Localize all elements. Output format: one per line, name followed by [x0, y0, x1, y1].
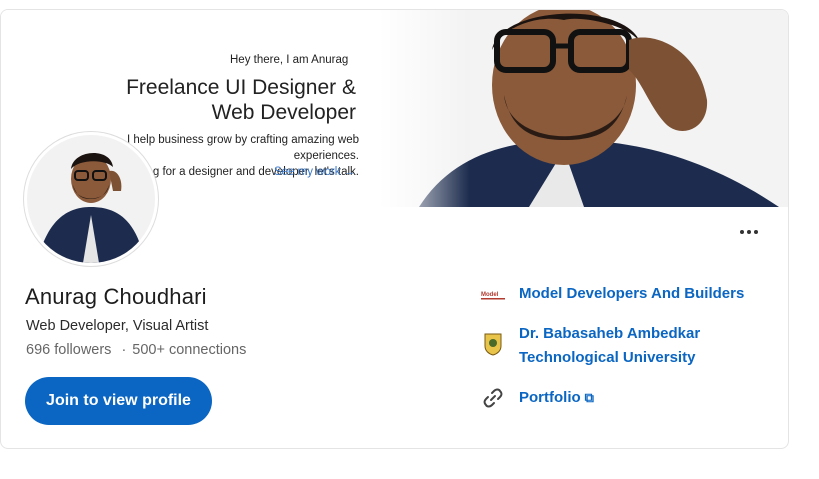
svg-text:Model: Model: [481, 292, 499, 298]
company-logo-icon: Model: [481, 282, 505, 306]
portfolio-text: Portfolio: [519, 389, 581, 406]
connections-count: 500+ connections: [132, 342, 247, 358]
profile-stats: 696 followers · 500+ connections: [26, 342, 246, 358]
link-icon: [481, 386, 505, 410]
portfolio-label: Portfolio ⧉: [519, 386, 594, 410]
education-name: Dr. Babasaheb Ambedkar Technological Uni…: [519, 322, 700, 370]
avatar: [24, 132, 158, 266]
avatar-photo: [27, 135, 155, 263]
education-link[interactable]: Dr. Babasaheb Ambedkar Technological Uni…: [481, 322, 700, 370]
profile-headline: Web Developer, Visual Artist: [26, 318, 209, 334]
company-link[interactable]: Model Model Developers And Builders: [481, 282, 744, 306]
stats-separator: ·: [121, 342, 127, 358]
education-line-1: Dr. Babasaheb Ambedkar: [519, 325, 701, 342]
followers-count: 696 followers: [26, 342, 112, 358]
external-link-icon: ⧉: [584, 390, 594, 405]
banner-photo: [379, 10, 788, 207]
join-to-view-profile-button[interactable]: Join to view profile: [25, 377, 212, 425]
portfolio-link[interactable]: Portfolio ⧉: [481, 386, 594, 410]
banner-headline: Freelance UI Designer & Web Developer: [126, 76, 356, 124]
profile-card: Hey there, I am Anurag Freelance UI Desi…: [0, 9, 789, 449]
profile-name: Anurag Choudhari: [25, 284, 207, 309]
banner-see-work-link: See my work →: [274, 166, 356, 178]
company-name: Model Developers And Builders: [519, 285, 745, 302]
more-horizontal-icon: [740, 230, 744, 234]
banner-greeting: Hey there, I am Anurag: [230, 54, 349, 66]
university-seal-icon: [481, 332, 505, 356]
more-options-button[interactable]: [740, 224, 766, 240]
education-line-2: Technological University: [519, 349, 696, 366]
